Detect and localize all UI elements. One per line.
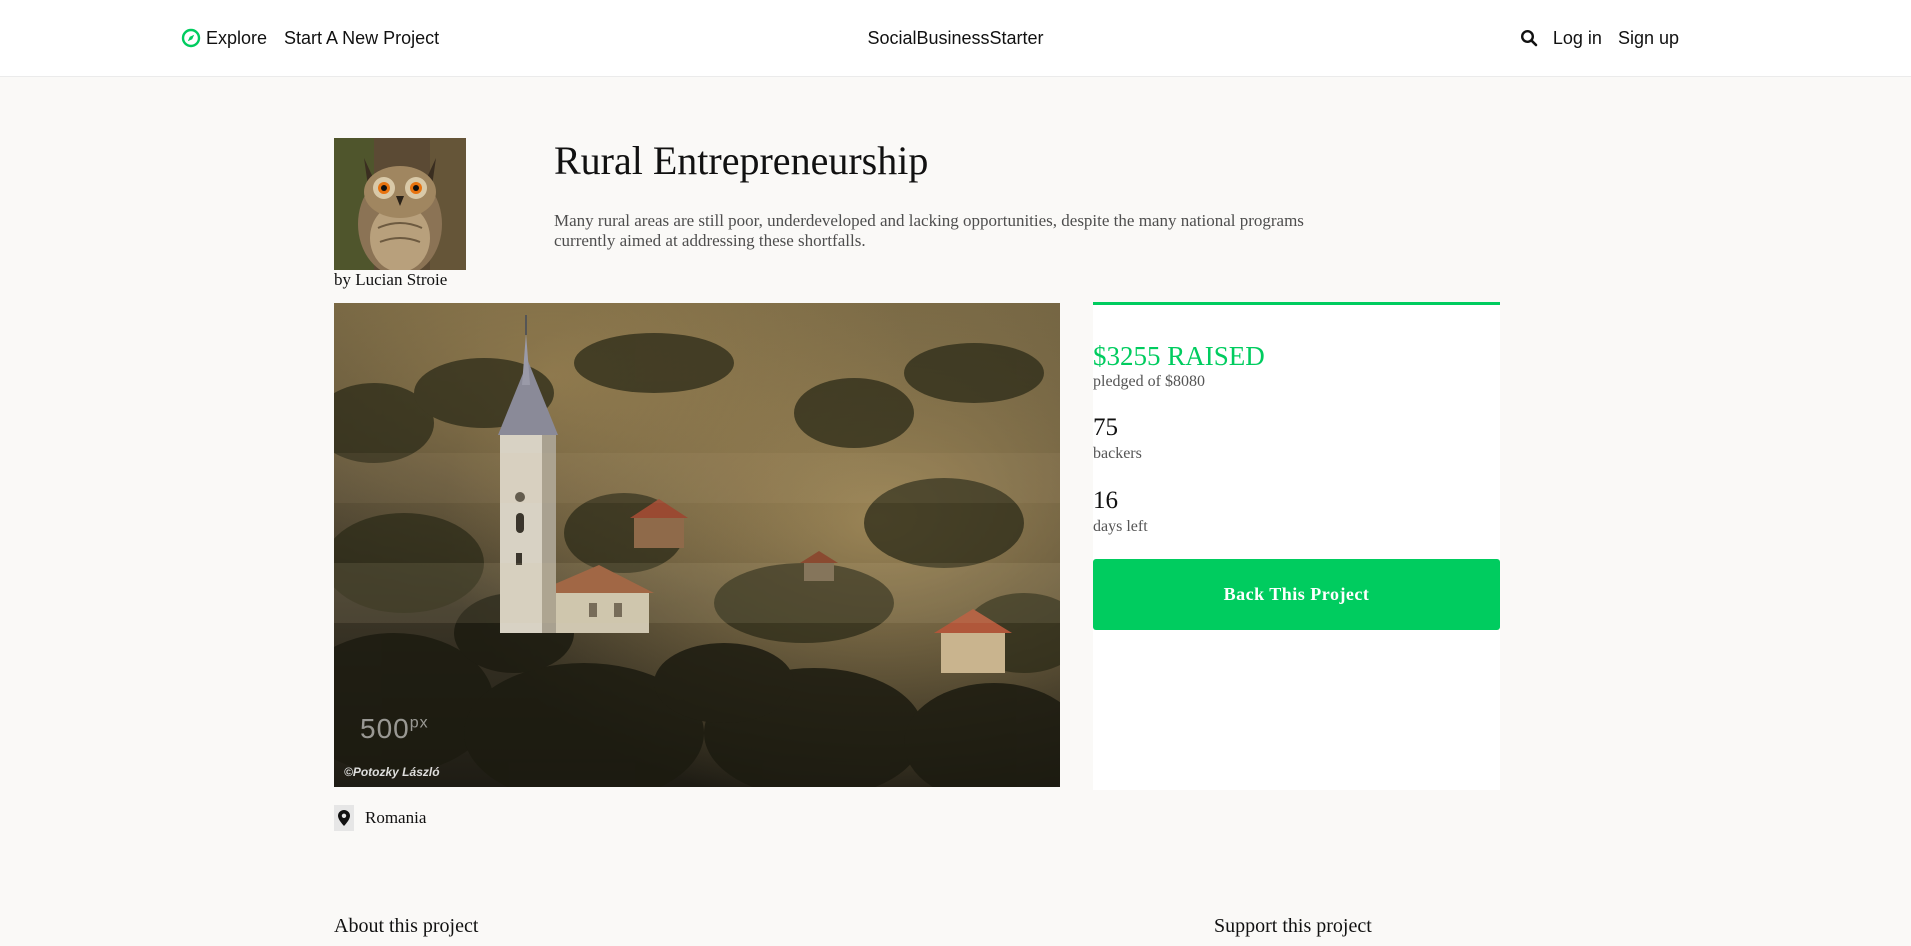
signup-link[interactable]: Sign up [1618, 26, 1679, 50]
support-project-heading: Support this project [1214, 915, 1372, 937]
project-image: 500px ©Potozky László [334, 303, 1060, 787]
location-label: Romania [365, 808, 427, 827]
back-this-project-button[interactable]: Back This Project [1093, 559, 1500, 630]
owl-avatar [334, 138, 466, 270]
start-new-project-link[interactable]: Start A New Project [284, 26, 439, 50]
amount-raised: $3255 RAISED [1093, 341, 1265, 371]
login-link[interactable]: Log in [1553, 26, 1602, 50]
image-credit: ©Potozky László [344, 765, 440, 779]
days-left-label: days left [1093, 518, 1148, 535]
map-pin-icon [334, 805, 354, 831]
compass-icon [181, 28, 201, 48]
days-left-count: 16 [1093, 487, 1118, 514]
nav-left: Explore Start A New Project [181, 26, 439, 50]
explore-label: Explore [206, 28, 268, 48]
creator-avatar[interactable] [334, 138, 466, 270]
site-brand[interactable]: SocialBusinessStarter [867, 28, 1043, 48]
backers-label: backers [1093, 445, 1142, 462]
explore-link[interactable]: Explore [181, 26, 267, 50]
search-icon[interactable] [1520, 29, 1538, 47]
project-blurb: Many rural areas are still poor, underde… [554, 211, 1304, 250]
pledged-goal: pledged of $8080 [1093, 373, 1205, 390]
creator-byline[interactable]: by Lucian Stroie [334, 269, 447, 291]
image-watermark: 500px [360, 713, 429, 744]
project-title: Rural Entrepreneurship [554, 138, 929, 183]
backers-count: 75 [1093, 414, 1118, 441]
top-navigation-bar: Explore Start A New Project SocialBusine… [0, 0, 1911, 77]
nav-right: Log in Sign up [1520, 26, 1679, 50]
project-location[interactable]: Romania [334, 805, 426, 831]
about-project-heading: About this project [334, 915, 479, 937]
funding-stats-panel: $3255 RAISED pledged of $8080 75 backers… [1093, 302, 1500, 790]
